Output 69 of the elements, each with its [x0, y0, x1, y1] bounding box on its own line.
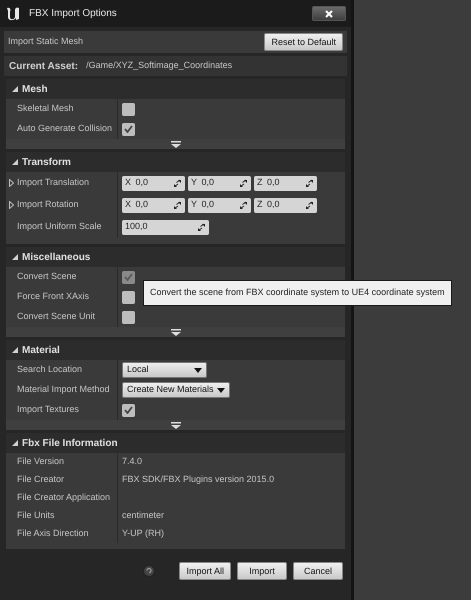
property-label: Force Front XAxis [17, 290, 90, 304]
section-header[interactable]: Fbx File Information [6, 433, 345, 453]
property-label: File Version [17, 455, 64, 468]
property-label: Skeletal Mesh [17, 102, 74, 116]
window-title: FBX Import Options [29, 7, 118, 21]
collapse-arrow-icon [11, 439, 18, 447]
property-label: Import Rotation [17, 198, 79, 212]
dialog-button[interactable]: Cancel [293, 562, 343, 580]
property-value: 7.4.0 [122, 455, 142, 468]
drag-icon [239, 200, 248, 210]
vector-field[interactable]: X 0,0 [122, 176, 185, 190]
dialog-button[interactable]: Import All [179, 562, 231, 580]
vector-field[interactable]: X 0,0 [122, 198, 185, 212]
drag-icon [197, 222, 206, 232]
vector-field[interactable]: Z 0,0 [254, 198, 317, 212]
close-button[interactable] [312, 6, 346, 21]
property-label: File Creator [17, 473, 64, 486]
checkbox[interactable] [122, 290, 135, 304]
drag-icon [173, 178, 182, 188]
drag-icon [239, 178, 248, 188]
checkbox[interactable] [122, 404, 135, 416]
dropdown[interactable]: Create New Materials [122, 382, 230, 398]
property-label: Material Import Method [17, 383, 110, 396]
close-icon [325, 10, 333, 18]
section-header[interactable]: Miscellaneous [6, 247, 345, 267]
property-label: File Creator Application [17, 491, 110, 504]
property-label: Convert Scene [17, 270, 77, 284]
property-label: Auto Generate Collision [17, 122, 112, 136]
property-value: Y-UP (RH) [122, 527, 164, 540]
section-header[interactable]: Material [6, 340, 345, 360]
property-value: FBX SDK/FBX Plugins version 2015.0 [122, 473, 274, 486]
collapse-arrow-icon [11, 346, 18, 354]
property-label: Import Uniform Scale [17, 220, 102, 234]
collapse-arrow-icon [11, 85, 18, 93]
collapse-arrow-icon [11, 158, 18, 166]
dialog-button[interactable]: Import [237, 562, 287, 580]
property-label: Search Location [17, 363, 82, 376]
dropdown[interactable]: Local [122, 362, 207, 378]
checkbox[interactable] [122, 102, 135, 116]
asset-path: /Game/XYZ_Softimage_Coordinates [86, 59, 232, 72]
drag-icon [305, 200, 314, 210]
caret-icon [216, 388, 225, 392]
property-label: Convert Scene Unit [17, 310, 96, 324]
advanced-toggle-icon[interactable] [170, 422, 180, 428]
reset-button[interactable]: Reset to Default [264, 33, 343, 51]
import-type-label: Import Static Mesh [8, 35, 84, 48]
section-header[interactable]: Transform [6, 152, 345, 172]
help-icon[interactable] [143, 565, 156, 577]
property-label: File Units [17, 509, 55, 522]
advanced-toggle-icon[interactable] [170, 140, 180, 148]
checkbox[interactable] [122, 122, 135, 136]
logo-icon [5, 6, 21, 22]
vector-field[interactable]: Z 0,0 [254, 176, 317, 190]
section-header[interactable]: Mesh [6, 79, 345, 99]
checkbox[interactable] [122, 310, 135, 324]
vector-field[interactable]: Y 0,0 [188, 176, 251, 190]
advanced-toggle-icon[interactable] [170, 328, 180, 336]
asset-label: Current Asset: [9, 60, 78, 74]
property-label: Import Translation [17, 176, 90, 190]
number-field[interactable]: 100,0 [122, 220, 209, 234]
drag-icon [305, 178, 314, 188]
collapse-arrow-icon [11, 253, 18, 261]
property-label: File Axis Direction [17, 527, 89, 540]
property-value: centimeter [122, 509, 164, 522]
drag-icon [173, 200, 182, 210]
property-label: Import Textures [17, 403, 79, 416]
caret-icon [194, 368, 202, 372]
vector-field[interactable]: Y 0,0 [188, 198, 251, 212]
tooltip: Convert the scene from FBX coordinate system to UE4 coordinate system [143, 280, 452, 306]
